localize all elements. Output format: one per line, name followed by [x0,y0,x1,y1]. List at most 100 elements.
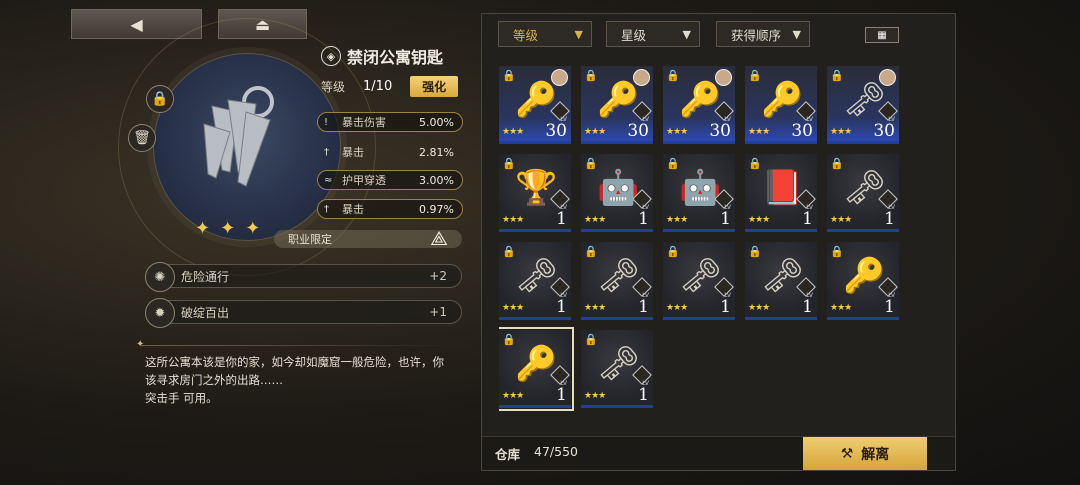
item-icon: 🗝 [843,168,887,208]
item-icon: 🗝 [843,80,887,120]
usable-text: 突击手 可用。 [145,391,218,405]
armor-pierce-icon: ≈ [324,174,333,186]
level-row: 等级 1/10 强化 [321,76,459,97]
item-level: 1 [720,209,731,229]
lock-icon: 🔒 [502,157,516,170]
filter-label: 等级 [513,27,539,43]
filter-label: 获得顺序 [731,27,782,43]
item-level: 30 [873,121,895,141]
lock-icon: 🔒 [584,333,598,346]
filter-level-dropdown[interactable]: 等级 ▼ [498,21,592,47]
inventory-item[interactable]: 🔒 🔑 LV 30 ★★★ [581,66,653,144]
item-stars: ★★★ [502,127,524,137]
lock-icon: 🔒 [830,69,844,82]
filter-label: 星级 [621,27,647,43]
item-stars: ★★★ [584,215,606,225]
inventory-item[interactable]: 🔒 🔑 LV 30 ★★★ [663,66,735,144]
filter-star-dropdown[interactable]: 星级 ▼ [606,21,700,47]
lock-icon: 🔒 [584,245,598,258]
lock-icon: 🔒 [584,69,598,82]
item-stars: ★★★ [502,391,524,401]
stat-name: 暴击伤害 [342,116,386,129]
enhance-button[interactable]: 强化 [410,76,459,97]
item-icon: 📕 [761,168,804,208]
inventory-item[interactable]: 🔒 📕 LV 1 ★★★ [745,154,817,232]
item-stars: ★★★ [830,127,852,137]
item-level: 1 [884,209,895,229]
inventory-item[interactable]: 🔒 🤖 LV 1 ★★★ [581,154,653,232]
chevron-down-icon: ▼ [682,27,691,41]
item-icon: 🗝 [761,256,805,296]
stat-row: † 暴击 0.97% [317,199,463,219]
lock-icon: 🔒 [502,69,516,82]
lock-icon: 🔒 [666,157,680,170]
item-type-icon: ◈ [321,46,341,66]
inventory-item[interactable]: 🔒 🗝 LV 1 ★★★ [581,330,653,408]
stat-value: 2.81% [419,145,454,159]
item-stars: ★★★ [748,127,770,137]
item-level: 1 [638,209,649,229]
description-text: 这所公寓本该是你的家，如今却如魔窟一般危险，也许，你该寻求房门之外的出路…… [145,355,444,387]
inventory-item[interactable]: 🔒 🗝 LV 1 ★★★ [663,242,735,320]
skill-name: 危险通行 [181,269,230,284]
inventory-item[interactable]: 🔒 🤖 LV 1 ★★★ [663,154,735,232]
inventory-item[interactable]: 🔒 🏆 LV 1 ★★★ [499,154,571,232]
inventory-item[interactable]: 🔒 🔑 LV 1 ★★★ [499,327,574,411]
item-icon: 🤖 [597,168,640,208]
item-level: 30 [709,121,731,141]
item-level: 1 [638,297,649,317]
star-icon: ✦ [220,218,236,239]
dismantle-button[interactable]: ⚒ 解离 [803,437,927,470]
item-level: 1 [884,297,895,317]
skill-icon: ✺ [145,262,175,292]
item-level: 1 [556,297,567,317]
storage-label: 仓库 [495,447,521,462]
grid-view-toggle[interactable]: ▦ [865,27,899,43]
lock-icon: 🔒 [502,245,516,258]
inventory-item[interactable]: 🔒 🗝 LV 1 ★★★ [745,242,817,320]
stat-value: 5.00% [419,115,454,129]
skill-row[interactable]: ✹ 破绽百出 +1 [145,298,462,328]
divider [140,345,460,346]
trash-button[interactable]: 🗑 [128,124,156,152]
inventory-item[interactable]: 🔒 🗝 LV 30 ★★★ [827,66,899,144]
item-preview [153,53,341,241]
item-stars: ★★★ [666,215,688,225]
inventory-item[interactable]: 🔒 🗝 LV 1 ★★★ [827,154,899,232]
lock-icon: 🔒 [502,333,516,346]
item-stars: ★★★ [584,303,606,313]
lock-icon: 🔒 [830,157,844,170]
inventory-item[interactable]: 🔒 🔑 LV 1 ★★★ [827,242,899,320]
chevron-down-icon: ▼ [574,27,583,41]
lock-icon: 🔒 [666,245,680,258]
inventory-item[interactable]: 🔒 🗝 LV 1 ★★★ [499,242,571,320]
class-limit-bar: 职业限定 ⟁ [274,226,462,250]
item-title: ◈ 禁闭公寓钥匙 [321,44,443,68]
item-icon: 🔑 [515,80,558,120]
filter-order-dropdown[interactable]: 获得顺序 ▼ [716,21,810,47]
grid-icon: ▦ [877,29,887,41]
stat-name: 暴击 [342,203,364,216]
inventory-item[interactable]: 🔒 🔑 LV 30 ★★★ [499,66,571,144]
inventory-grid: 🔑LV30★★★🔑LV30★★★🔑LV30★★★🔑LV30★★★🗝LV30★★★… [499,60,929,435]
stat-row: † 暴击 2.81% [317,142,463,162]
skill-value: +2 [429,269,447,283]
stat-value: 3.00% [419,173,454,187]
item-level: 1 [556,385,567,405]
item-icon: 🗝 [597,344,641,384]
item-icon: 🏆 [515,168,558,208]
star-icon: ✦ [245,218,261,239]
inventory-item[interactable]: 🔒 🗝 LV 1 ★★★ [581,242,653,320]
lock-button[interactable]: 🔒 [146,85,174,113]
skill-value: +1 [429,305,447,319]
item-icon: 🔑 [843,256,886,296]
item-icon: 🤖 [679,168,722,208]
class-limit-label: 职业限定 [288,233,332,246]
back-arrow-icon: ◀ [130,14,143,34]
item-level: 1 [802,297,813,317]
inventory-item[interactable]: 🔒 🔑 LV 30 ★★★ [745,66,817,144]
item-icon: 🔑 [597,80,640,120]
item-level: 1 [802,209,813,229]
skill-row[interactable]: ✺ 危险通行 +2 [145,262,462,292]
lock-icon: 🔒 [666,69,680,82]
